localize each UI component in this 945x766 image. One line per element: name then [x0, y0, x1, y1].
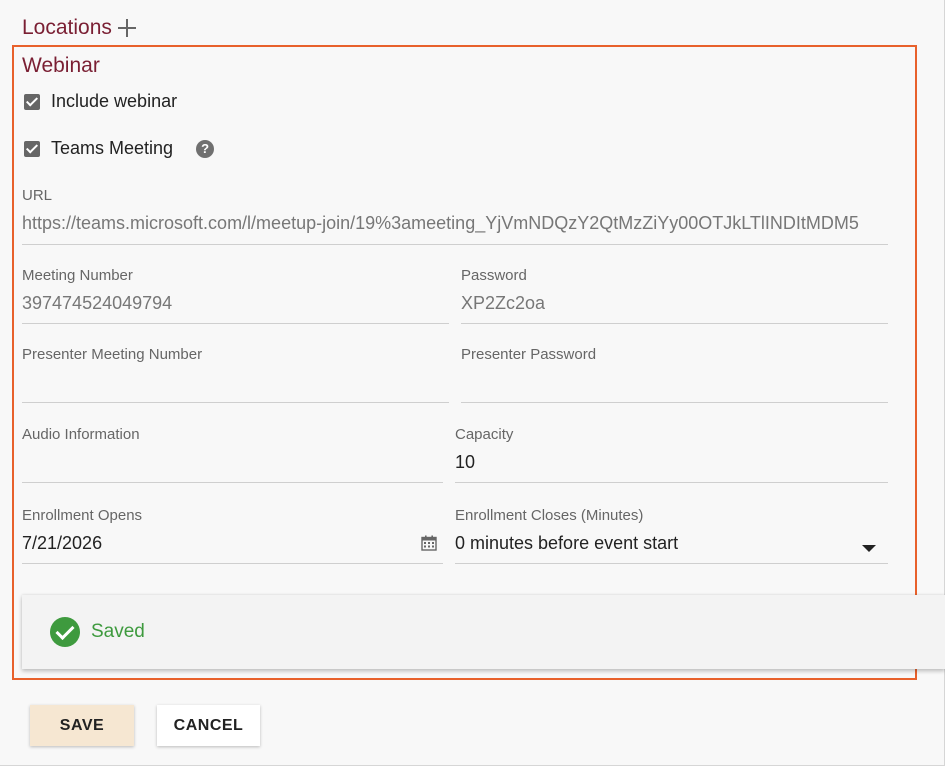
enrollment-closes-label: Enrollment Closes (Minutes) — [455, 507, 644, 524]
presenter-password-input[interactable] — [461, 372, 888, 403]
teams-meeting-row[interactable]: Teams Meeting ? — [24, 138, 215, 159]
password-field: Password XP2Zc2oa — [461, 267, 888, 324]
presenter-meeting-number-label: Presenter Meeting Number — [22, 346, 203, 363]
include-webinar-label: Include webinar — [51, 91, 178, 111]
audio-information-label: Audio Information — [22, 426, 140, 443]
cancel-button[interactable]: CANCEL — [157, 705, 260, 746]
presenter-password-label: Presenter Password — [461, 346, 597, 363]
meeting-number-label: Meeting Number — [22, 267, 133, 284]
presenter-password-field: Presenter Password — [461, 346, 888, 403]
include-webinar-checkbox[interactable] — [24, 93, 40, 110]
check-circle-icon — [50, 617, 80, 647]
include-webinar-row[interactable]: Include webinar — [24, 91, 177, 112]
chevron-down-icon[interactable] — [862, 545, 876, 552]
saved-toast: Saved — [22, 595, 945, 669]
presenter-meeting-number-input[interactable] — [22, 372, 449, 403]
capacity-label: Capacity — [455, 426, 514, 443]
meeting-number-field: Meeting Number 397474524049794 — [22, 267, 449, 324]
calendar-icon[interactable] — [421, 535, 437, 551]
locations-header: Locations — [22, 16, 136, 40]
webinar-title: Webinar — [22, 54, 100, 77]
audio-information-input[interactable] — [22, 452, 443, 483]
enrollment-closes-select[interactable]: 0 minutes before event start — [455, 533, 888, 564]
audio-information-field: Audio Information — [22, 426, 443, 483]
enrollment-opens-field: Enrollment Opens 7/21/2026 — [22, 507, 443, 564]
teams-meeting-checkbox[interactable] — [24, 140, 40, 157]
meeting-number-input[interactable]: 397474524049794 — [22, 293, 449, 324]
capacity-field: Capacity 10 — [455, 426, 888, 483]
url-label: URL — [22, 187, 53, 204]
password-label: Password — [461, 267, 527, 284]
url-input[interactable]: https://teams.microsoft.com/l/meetup-joi… — [22, 213, 888, 245]
teams-meeting-label: Teams Meeting — [51, 138, 174, 158]
enrollment-opens-wrapper: 7/21/2026 — [22, 533, 443, 564]
enrollment-opens-label: Enrollment Opens — [22, 507, 143, 524]
locations-title: Locations — [22, 16, 112, 39]
save-button[interactable]: SAVE — [30, 705, 134, 746]
help-icon[interactable]: ? — [196, 139, 215, 158]
presenter-meeting-number-field: Presenter Meeting Number — [22, 346, 449, 403]
enrollment-opens-input[interactable]: 7/21/2026 — [22, 533, 443, 564]
saved-toast-text: Saved — [91, 621, 145, 642]
password-input[interactable]: XP2Zc2oa — [461, 293, 888, 324]
plus-icon[interactable] — [117, 19, 136, 37]
enrollment-closes-field: Enrollment Closes (Minutes) 0 minutes be… — [455, 507, 888, 564]
enrollment-closes-value[interactable]: 0 minutes before event start — [455, 533, 888, 564]
capacity-input[interactable]: 10 — [455, 452, 888, 483]
url-field: URL https://teams.microsoft.com/l/meetup… — [22, 187, 888, 245]
